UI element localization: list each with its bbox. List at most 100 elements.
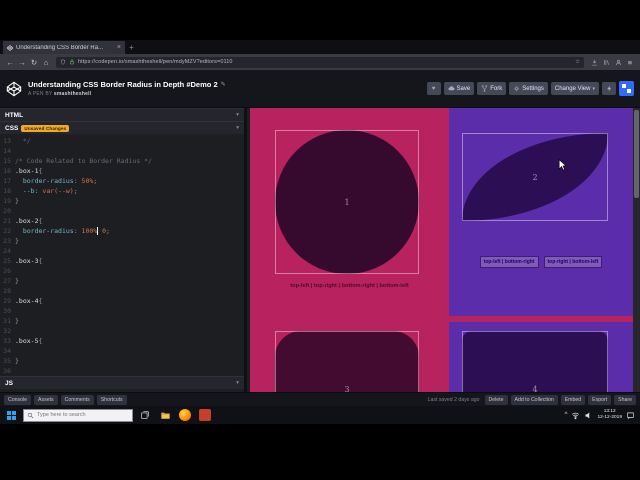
windows-taskbar: ^ 13:12 12-12-2019 [0,406,640,424]
bolt-button[interactable] [602,82,616,95]
download-icon [591,59,598,66]
bolt-icon [606,85,613,92]
back-button[interactable]: ← [4,56,16,68]
library-icon [603,59,610,66]
shortcuts-button[interactable]: Shortcuts [96,394,127,405]
codepen-favicon-icon [7,44,13,51]
fork-button[interactable]: Fork [477,82,507,95]
clock-date: 12-12-2019 [597,415,622,420]
comments-button[interactable]: Comments [60,394,94,405]
tab-close-icon[interactable]: × [117,44,121,51]
user-avatar[interactable] [619,81,634,96]
letterbox-top [0,0,640,40]
fork-icon [481,85,488,92]
reload-button[interactable]: ↻ [28,56,40,68]
js-panel-header[interactable]: JS ▾ [0,376,244,389]
pen-footer: Console Assets Comments Shortcuts Last s… [0,392,640,406]
browser-window: Understanding CSS Border Ra... × + ← → ↻… [0,40,640,424]
letterbox-bottom [0,424,640,480]
bookmark-star-icon[interactable]: ☆ [575,59,580,65]
forward-button[interactable]: → [16,56,28,68]
header-actions: ♥ Save Fork Settings Change View ▾ [426,81,634,96]
chevron-down-icon: ▾ [592,85,595,92]
demo-box-2: 2 [462,133,608,221]
heart-icon: ♥ [431,85,436,92]
css-panel-label: CSS [5,124,19,132]
shield-icon[interactable] [60,59,66,65]
chip-top-right-bottom-left: top-right | bottom-left [543,256,603,268]
search-icon [27,412,34,419]
start-button[interactable] [3,407,19,423]
delete-button[interactable]: Delete [484,394,508,405]
change-view-button[interactable]: Change View ▾ [550,82,599,95]
mouse-cursor [558,158,567,176]
css-status-badge: Unsaved Changes [21,124,70,132]
author-link[interactable]: smashtheshell [54,91,91,97]
pen-meta: Understanding CSS Border Radius in Depth… [28,80,421,97]
css-panel-header[interactable]: CSS Unsaved Changes ▾ [0,121,244,134]
firefox-icon [179,409,191,421]
downloads-button[interactable] [588,56,600,68]
file-explorer-button[interactable] [157,407,173,423]
pen-header: Understanding CSS Border Radius in Depth… [0,70,640,108]
notification-center-button[interactable] [626,411,635,420]
js-panel-label: JS [5,379,13,387]
codepen-logo-icon[interactable] [6,81,22,97]
demo-box-3: 3 [275,331,419,392]
fork-label: Fork [490,85,503,92]
address-bar[interactable]: https://codepen.io/smashtheshell/pen/mdy… [56,56,584,68]
search-input[interactable] [37,412,129,418]
assets-button[interactable]: Assets [34,394,58,405]
box2-captions: top-left | bottom-right top-right | bott… [449,256,633,268]
embed-button[interactable]: Embed [560,394,586,405]
preview-pane: 1 top-left | top-right | bottom-right | … [250,108,633,392]
box4-number: 4 [532,385,538,392]
like-button[interactable]: ♥ [426,82,441,95]
firefox-button[interactable] [177,407,193,423]
box1-number: 1 [344,197,350,207]
edit-pen-icon[interactable]: ✎ [221,81,226,88]
editor-workspace: HTML ▾ CSS Unsaved Changes ▾ 13 */14 15/*… [0,108,640,392]
url-text: https://codepen.io/smashtheshell/pen/mdy… [78,59,233,65]
account-button[interactable] [612,56,624,68]
box2-number: 2 [532,172,538,182]
wifi-icon[interactable] [571,411,580,420]
home-button[interactable]: ⌂ [40,56,52,68]
task-view-icon [140,410,150,420]
demo-box-4: 4 [462,331,608,392]
chevron-down-icon[interactable]: ▾ [236,112,239,118]
settings-label: Settings [522,85,544,92]
chevron-down-icon[interactable]: ▾ [236,125,239,131]
html-panel-header[interactable]: HTML ▾ [0,108,244,121]
new-tab-button[interactable]: + [125,40,138,54]
console-button[interactable]: Console [4,394,32,405]
settings-button[interactable]: Settings [509,82,548,95]
windows-logo-icon [6,410,16,420]
cloud-icon [448,85,455,92]
system-tray: ^ 13:12 12-12-2019 [565,409,637,421]
volume-icon[interactable] [584,411,593,420]
save-button[interactable]: Save [443,82,475,95]
gear-icon [513,85,520,92]
chevron-down-icon[interactable]: ▾ [236,380,239,386]
browser-tab[interactable]: Understanding CSS Border Ra... × [3,41,125,54]
page-scrollbar[interactable] [633,108,640,392]
menu-button[interactable]: ≡ [624,56,636,68]
scrollbar-thumb[interactable] [634,110,639,198]
taskbar-clock[interactable]: 13:12 12-12-2019 [597,409,622,421]
app-button-3[interactable] [197,407,213,423]
byline-prefix: A PEN BY [28,91,53,97]
add-to-collection-button[interactable]: Add to Collection [510,394,558,405]
tray-expand-button[interactable]: ^ [565,412,568,418]
css-code-editor[interactable]: 13 */14 15/* Code Related to Border Radiu… [0,134,244,376]
export-button[interactable]: Export [588,394,612,405]
taskbar-search[interactable] [23,408,133,422]
task-view-button[interactable] [137,407,153,423]
box1-caption: top-left | top-right | bottom-right | bo… [290,283,409,289]
share-button[interactable]: Share [614,394,636,405]
code-editors-panel: HTML ▾ CSS Unsaved Changes ▾ 13 */14 15/*… [0,108,247,392]
library-button[interactable] [600,56,612,68]
lock-icon[interactable] [69,59,75,65]
footer-right: Last saved 2 days ago Delete Add to Coll… [428,394,636,405]
change-view-label: Change View [554,85,591,92]
